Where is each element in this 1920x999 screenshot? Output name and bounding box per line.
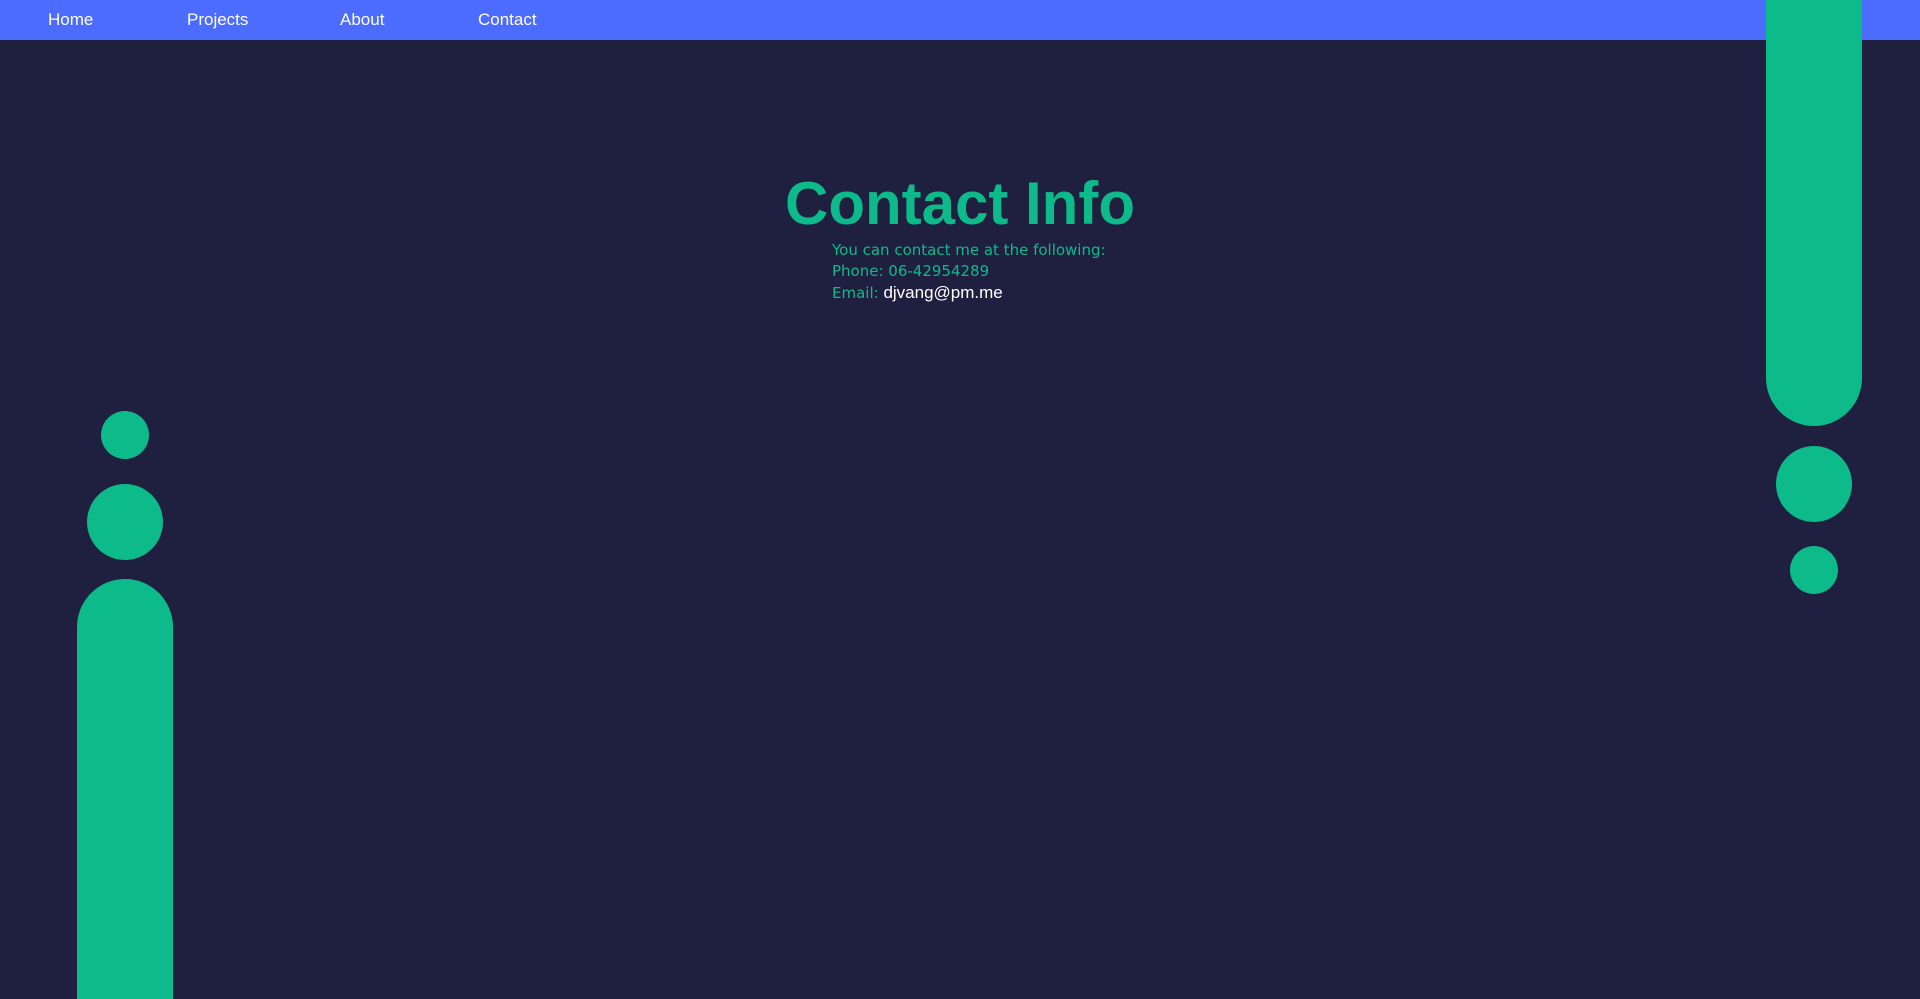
nav-link-home[interactable]: Home — [48, 0, 93, 40]
contact-phone: Phone: 06-42954289 — [832, 262, 990, 280]
decor-pill-left — [77, 579, 173, 999]
email-label: Email: — [832, 284, 879, 302]
page-title: Contact Info — [785, 170, 1135, 237]
email-link[interactable]: djvang@pm.me — [883, 283, 1002, 302]
decor-circle-right-small — [1790, 546, 1838, 594]
decor-circle-left-medium — [87, 484, 163, 560]
contact-email: Email: djvang@pm.me — [832, 282, 1106, 304]
nav-link-projects[interactable]: Projects — [187, 0, 248, 40]
nav-link-about[interactable]: About — [340, 0, 384, 40]
contact-intro: You can contact me at the following: — [832, 241, 1106, 259]
nav-link-contact[interactable]: Contact — [478, 0, 537, 40]
contact-info: You can contact me at the following: Pho… — [832, 240, 1106, 304]
decor-circle-right-medium — [1776, 446, 1852, 522]
decor-circle-left-small — [101, 411, 149, 459]
nav-bar: Home Projects About Contact — [0, 0, 1920, 40]
